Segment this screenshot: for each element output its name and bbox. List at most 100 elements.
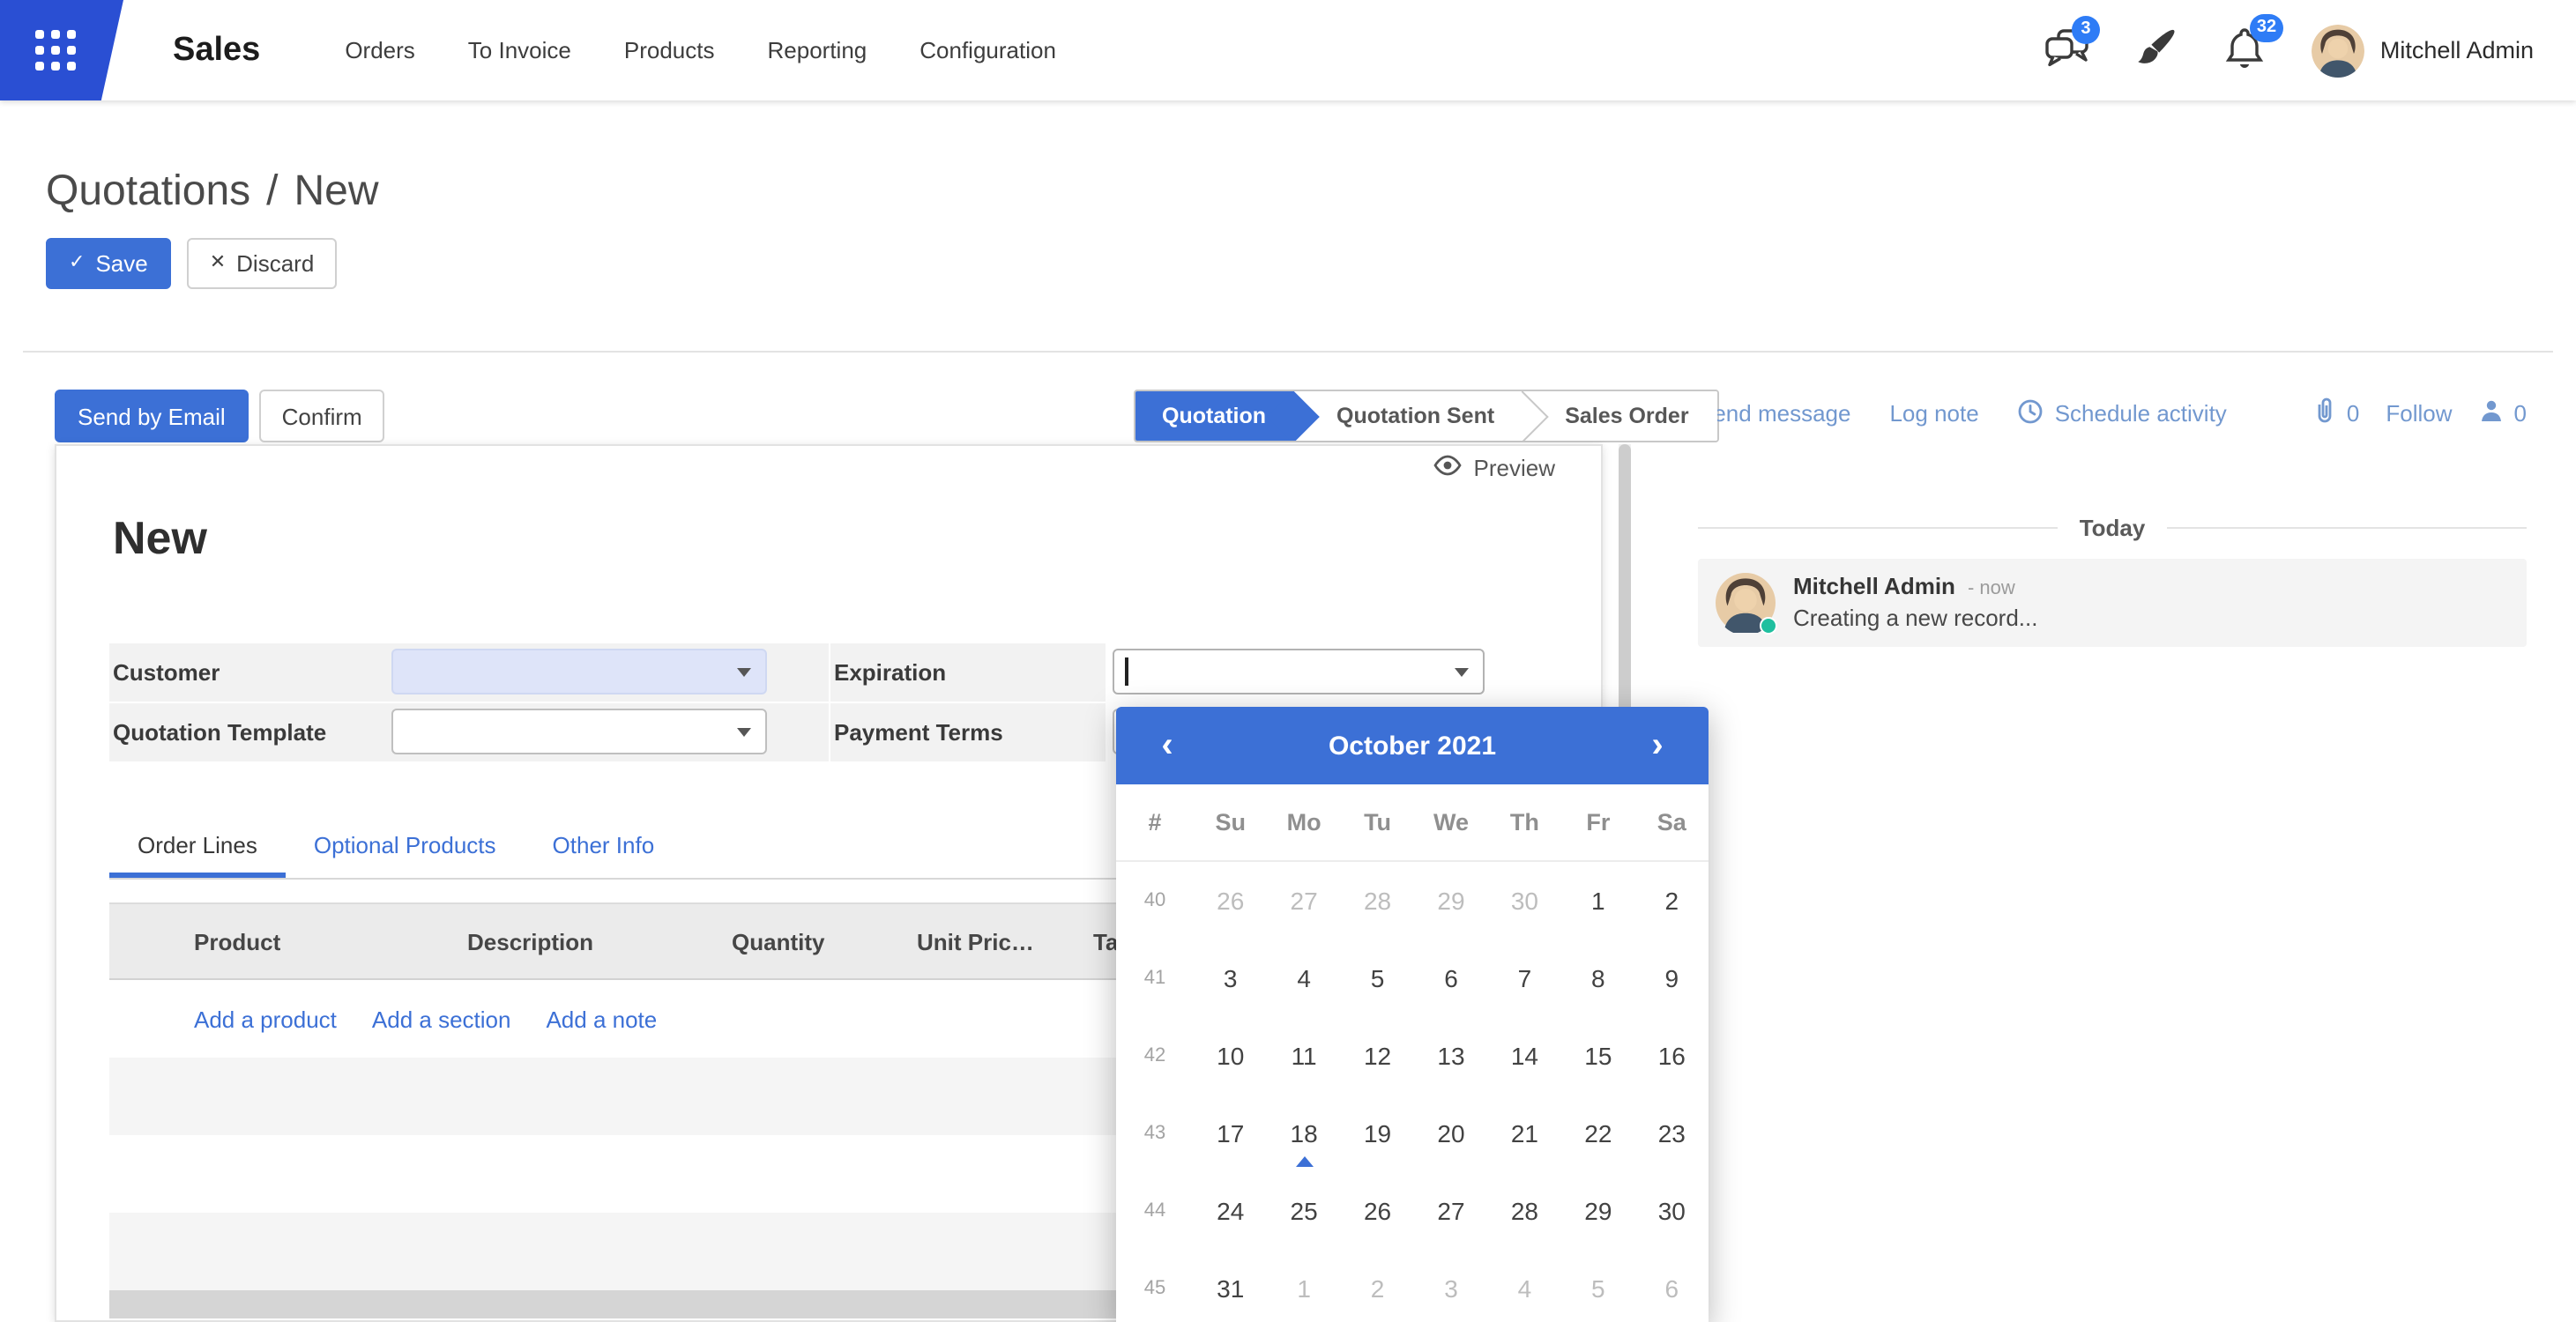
app-name[interactable]: Sales bbox=[173, 31, 260, 70]
breadcrumb: Quotations/New bbox=[46, 167, 379, 217]
log-note-button[interactable]: Log note bbox=[1889, 400, 1978, 427]
messages-button[interactable]: 3 bbox=[2045, 27, 2089, 73]
calendar-day[interactable]: 5 bbox=[1341, 940, 1414, 1017]
calendar-day[interactable]: 22 bbox=[1561, 1095, 1634, 1172]
follow-button[interactable]: Follow bbox=[2386, 400, 2452, 427]
calendar-day[interactable]: 21 bbox=[1488, 1095, 1561, 1172]
column-product[interactable]: Product bbox=[194, 928, 467, 954]
calendar-day[interactable]: 5 bbox=[1561, 1250, 1634, 1322]
calendar-day[interactable]: 6 bbox=[1635, 1250, 1709, 1322]
activities-button[interactable]: 32 bbox=[2223, 26, 2266, 75]
prev-month-button[interactable]: ‹ bbox=[1148, 707, 1187, 784]
expiration-input[interactable] bbox=[1113, 649, 1485, 694]
calendar-day[interactable]: 27 bbox=[1414, 1172, 1487, 1250]
calendar-day[interactable]: 14 bbox=[1488, 1017, 1561, 1095]
menu-item-to-invoice[interactable]: To Invoice bbox=[468, 0, 571, 100]
calendar-day[interactable]: 30 bbox=[1635, 1172, 1709, 1250]
followers-button[interactable]: 0 bbox=[2479, 398, 2527, 428]
tab-order-lines[interactable]: Order Lines bbox=[109, 813, 286, 878]
week-number: 40 bbox=[1116, 890, 1194, 911]
column-description[interactable]: Description bbox=[467, 928, 732, 954]
calendar-week-row: 42 10 11 12 13 14 15 16 bbox=[1116, 1017, 1709, 1095]
calendar-day[interactable]: 23 bbox=[1635, 1095, 1709, 1172]
column-quantity[interactable]: Quantity bbox=[732, 928, 917, 954]
customize-button[interactable] bbox=[2135, 26, 2178, 74]
user-menu[interactable]: Mitchell Admin bbox=[2312, 24, 2534, 77]
calendar-day[interactable]: 31 bbox=[1194, 1250, 1267, 1322]
add-a-product-link[interactable]: Add a product bbox=[194, 1006, 337, 1032]
calendar-day[interactable]: 2 bbox=[1635, 862, 1709, 940]
calendar-day[interactable]: 8 bbox=[1561, 940, 1634, 1017]
statusbar-buttons: Send by Email Confirm bbox=[55, 390, 385, 442]
calendar-day-today[interactable]: 18 bbox=[1267, 1095, 1340, 1172]
calendar-day[interactable]: 30 bbox=[1488, 862, 1561, 940]
datepicker-month-label[interactable]: October 2021 bbox=[1187, 731, 1638, 761]
calendar-day[interactable]: 26 bbox=[1194, 862, 1267, 940]
schedule-activity-button[interactable]: Schedule activity bbox=[2018, 397, 2227, 429]
calendar-day[interactable]: 4 bbox=[1267, 940, 1340, 1017]
calendar-day[interactable]: 19 bbox=[1341, 1095, 1414, 1172]
calendar-day[interactable]: 17 bbox=[1194, 1095, 1267, 1172]
calendar-day[interactable]: 15 bbox=[1561, 1017, 1634, 1095]
calendar-day[interactable]: 2 bbox=[1341, 1250, 1414, 1322]
column-unit-price[interactable]: Unit Pric… bbox=[917, 928, 1093, 954]
tab-optional-products[interactable]: Optional Products bbox=[286, 813, 525, 878]
divider bbox=[23, 351, 2553, 353]
calendar-day[interactable]: 1 bbox=[1561, 862, 1634, 940]
calendar-day[interactable]: 20 bbox=[1414, 1095, 1487, 1172]
add-a-note-link[interactable]: Add a note bbox=[546, 1006, 657, 1032]
send-by-email-button[interactable]: Send by Email bbox=[55, 390, 249, 442]
calendar-day[interactable]: 3 bbox=[1194, 940, 1267, 1017]
datepicker-header: ‹ October 2021 › bbox=[1116, 707, 1709, 784]
calendar-day[interactable]: 25 bbox=[1267, 1172, 1340, 1250]
apps-menu-button[interactable] bbox=[0, 0, 123, 100]
calendar-day[interactable]: 24 bbox=[1194, 1172, 1267, 1250]
calendar-day[interactable]: 10 bbox=[1194, 1017, 1267, 1095]
dropdown-caret-icon bbox=[1455, 668, 1469, 677]
menu-item-configuration[interactable]: Configuration bbox=[919, 0, 1056, 100]
add-a-section-link[interactable]: Add a section bbox=[372, 1006, 511, 1032]
menu-item-products[interactable]: Products bbox=[624, 0, 715, 100]
calendar-day[interactable]: 6 bbox=[1414, 940, 1487, 1017]
calendar-day[interactable]: 3 bbox=[1414, 1250, 1487, 1322]
message-avatar bbox=[1716, 573, 1776, 633]
calendar-day[interactable]: 7 bbox=[1488, 940, 1561, 1017]
calendar-day[interactable]: 26 bbox=[1341, 1172, 1414, 1250]
stage-sales-order[interactable]: Sales Order bbox=[1523, 391, 1716, 441]
customer-input[interactable] bbox=[391, 649, 767, 694]
calendar-day[interactable]: 4 bbox=[1488, 1250, 1561, 1322]
send-message-button[interactable]: Send message bbox=[1698, 400, 1850, 427]
stage-quotation-sent[interactable]: Quotation Sent bbox=[1294, 391, 1523, 441]
preview-button[interactable]: Preview bbox=[1433, 455, 1556, 481]
stage-quotation[interactable]: Quotation bbox=[1135, 391, 1294, 441]
calendar-day[interactable]: 28 bbox=[1488, 1172, 1561, 1250]
calendar-day[interactable]: 11 bbox=[1267, 1017, 1340, 1095]
calendar-day[interactable]: 13 bbox=[1414, 1017, 1487, 1095]
next-month-button[interactable]: › bbox=[1638, 707, 1677, 784]
top-navbar: Sales Orders To Invoice Products Reporti… bbox=[0, 0, 2576, 100]
calendar-day[interactable]: 1 bbox=[1267, 1250, 1340, 1322]
attachments-button[interactable]: 0 bbox=[2312, 397, 2359, 430]
calendar-day[interactable]: 12 bbox=[1341, 1017, 1414, 1095]
menu-item-orders[interactable]: Orders bbox=[345, 0, 414, 100]
scrollbar-thumb[interactable] bbox=[1619, 444, 1631, 744]
paperclip-icon bbox=[2312, 397, 2336, 430]
weekday-header: Tu bbox=[1341, 809, 1414, 836]
breadcrumb-quotations[interactable]: Quotations bbox=[46, 167, 250, 215]
calendar-day[interactable]: 29 bbox=[1561, 1172, 1634, 1250]
calendar-day[interactable]: 27 bbox=[1267, 862, 1340, 940]
calendar-day[interactable]: 16 bbox=[1635, 1017, 1709, 1095]
calendar-day[interactable]: 29 bbox=[1414, 862, 1487, 940]
save-button[interactable]: ✓ Save bbox=[46, 238, 171, 289]
discard-button[interactable]: ✕ Discard bbox=[187, 238, 338, 289]
sales-app-window: Sales Orders To Invoice Products Reporti… bbox=[0, 0, 2576, 1322]
menu-item-reporting[interactable]: Reporting bbox=[768, 0, 867, 100]
calendar-day[interactable]: 9 bbox=[1635, 940, 1709, 1017]
dropdown-caret-icon bbox=[737, 728, 751, 737]
quotation-template-label: Quotation Template bbox=[113, 703, 326, 761]
tab-other-info[interactable]: Other Info bbox=[525, 813, 683, 878]
confirm-button[interactable]: Confirm bbox=[259, 390, 385, 442]
quotation-template-input[interactable] bbox=[391, 709, 767, 754]
message-author[interactable]: Mitchell Admin bbox=[1793, 573, 1955, 599]
calendar-day[interactable]: 28 bbox=[1341, 862, 1414, 940]
